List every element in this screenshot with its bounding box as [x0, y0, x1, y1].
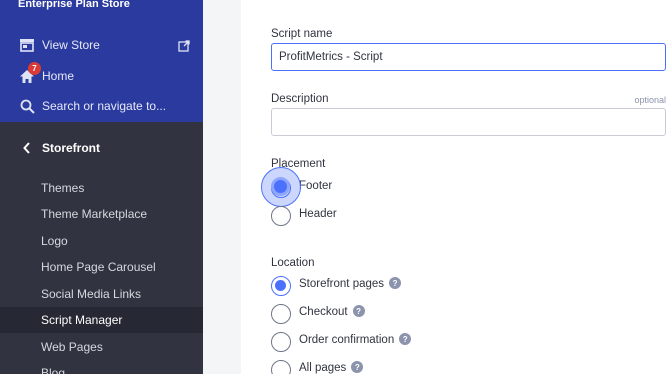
sidebar-item-web-pages[interactable]: Web Pages [0, 334, 203, 360]
sidebar-header: Enterprise Plan Store View Store Home 7 … [0, 0, 203, 122]
sidebar-item-label: Blog [41, 366, 66, 374]
sidebar-item-label: Themes [41, 181, 85, 195]
location-order-confirmation-radio[interactable] [271, 332, 291, 352]
home-label: Home [42, 69, 75, 83]
script-name-input[interactable] [271, 43, 666, 71]
sidebar-item-label: Script Manager [41, 313, 123, 327]
location-all-pages-radio[interactable] [271, 360, 291, 374]
storefront-back[interactable]: Storefront [0, 130, 203, 166]
script-form-panel: Script name Description optional Placeme… [241, 0, 670, 374]
sidebar-item-social-media-links[interactable]: Social Media Links [0, 281, 203, 307]
sidebar-item-label: Theme Marketplace [41, 207, 148, 221]
location-label: Location [271, 257, 315, 269]
location-all-pages-label: All pages? [299, 361, 364, 374]
external-link-icon[interactable] [178, 39, 190, 52]
location-storefront-label: Storefront pages? [299, 277, 402, 290]
sidebar-item-home-page-carousel[interactable]: Home Page Carousel [0, 254, 203, 280]
radio-focus-highlight [261, 167, 301, 207]
view-store-label: View Store [42, 38, 100, 52]
script-name-label: Script name [271, 28, 333, 40]
optional-hint: optional [634, 95, 666, 105]
sidebar-item-theme-marketplace[interactable]: Theme Marketplace [0, 201, 203, 227]
search-icon [19, 98, 35, 114]
description-input[interactable] [271, 108, 666, 136]
help-icon[interactable]: ? [389, 277, 402, 289]
location-checkout-label: Checkout? [299, 305, 365, 318]
sidebar-item-script-manager[interactable]: Script Manager [0, 307, 203, 333]
placement-footer-label: Footer [299, 180, 333, 192]
location-order-confirmation-label: Order confirmation? [299, 333, 412, 346]
location-checkout-radio[interactable] [271, 304, 291, 324]
sidebar-item-logo[interactable]: Logo [0, 228, 203, 254]
view-store-link[interactable]: View Store [0, 33, 203, 57]
notification-badge: 7 [28, 62, 41, 75]
sidebar: Enterprise Plan Store View Store Home 7 … [0, 0, 203, 374]
sidebar-item-label: Home Page Carousel [41, 260, 156, 274]
content-gutter [203, 0, 241, 374]
sidebar-item-themes[interactable]: Themes [0, 175, 203, 201]
sidebar-item-label: Logo [41, 234, 68, 248]
chevron-left-icon [22, 141, 32, 155]
description-label: Description [271, 93, 329, 105]
section-title: Storefront [42, 141, 100, 155]
sidebar-item-blog[interactable]: Blog [0, 360, 203, 374]
help-icon[interactable]: ? [399, 333, 412, 345]
sidebar-item-label: Web Pages [41, 340, 103, 354]
help-icon[interactable]: ? [351, 361, 364, 373]
store-name: Enterprise Plan Store [18, 0, 130, 10]
storefront-icon [19, 37, 35, 53]
placement-header-label: Header [299, 208, 337, 220]
placement-header-radio[interactable] [271, 206, 291, 226]
search-label: Search or navigate to... [42, 99, 167, 113]
help-icon[interactable]: ? [352, 305, 365, 317]
search-navigate[interactable]: Search or navigate to... [0, 94, 203, 118]
location-storefront-radio[interactable] [271, 276, 291, 296]
sidebar-item-label: Social Media Links [41, 287, 142, 301]
